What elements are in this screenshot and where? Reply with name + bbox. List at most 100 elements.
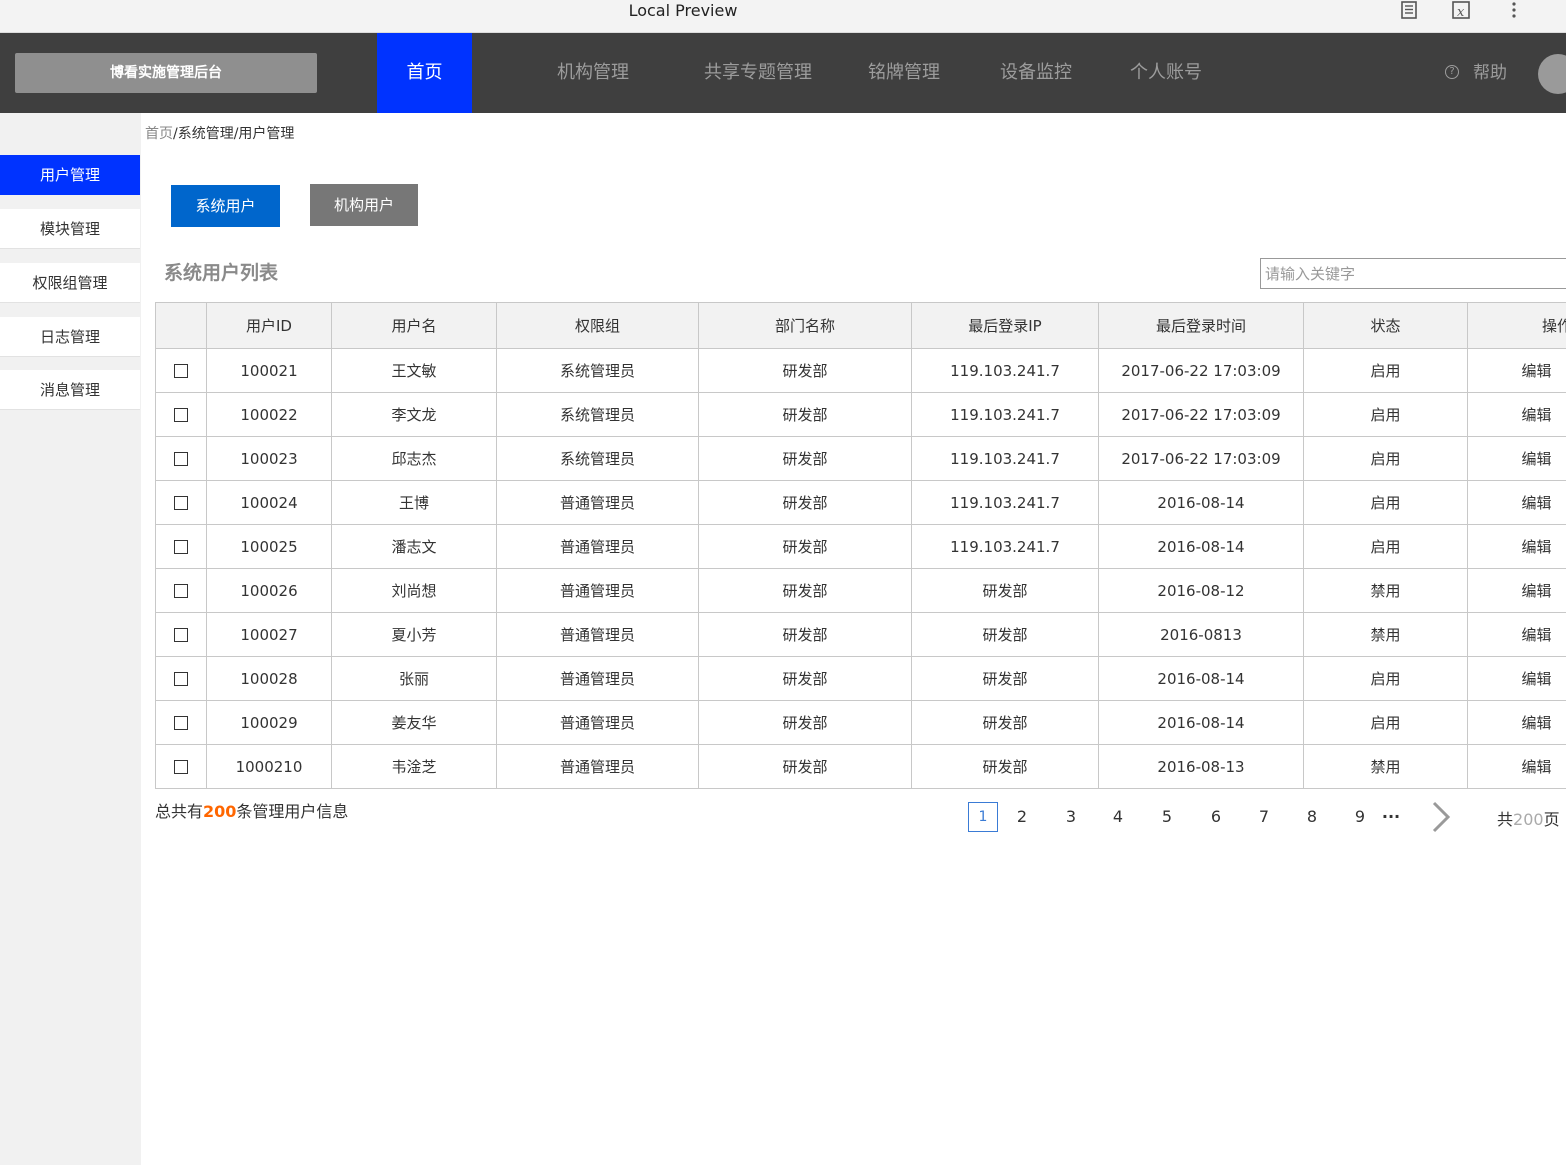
cell-username: 王文敏	[331, 348, 497, 393]
cell-last-login-time: 2016-08-13	[1098, 744, 1304, 789]
cell-last-login-time: 2016-08-14	[1098, 480, 1304, 525]
cell-permission-group: 普通管理员	[496, 744, 699, 789]
cell-department: 研发部	[698, 392, 912, 437]
header-select	[155, 302, 207, 349]
row-checkbox[interactable]	[174, 408, 188, 422]
total-pages-prefix: 共	[1497, 810, 1514, 829]
row-select-cell	[155, 392, 207, 437]
header-actions: 操作	[1467, 302, 1566, 349]
cell-permission-group: 普通管理员	[496, 568, 699, 613]
cell-status: 启用	[1303, 524, 1468, 569]
svg-text:x: x	[1457, 5, 1465, 20]
row-select-cell	[155, 656, 207, 701]
reader-icon[interactable]	[1398, 0, 1420, 22]
cell-edit-action[interactable]: 编辑	[1467, 700, 1566, 745]
cell-department: 研发部	[698, 348, 912, 393]
cell-user-id: 100026	[206, 568, 332, 613]
cell-status: 启用	[1303, 700, 1468, 745]
cell-user-id: 100025	[206, 524, 332, 569]
cell-status: 禁用	[1303, 568, 1468, 613]
nav-item-device-monitor[interactable]: 设备监控	[990, 33, 1082, 113]
row-checkbox[interactable]	[174, 628, 188, 642]
sidebar-item-module-management[interactable]: 模块管理	[0, 209, 140, 249]
cell-last-login-time: 2016-08-14	[1098, 656, 1304, 701]
cell-status: 启用	[1303, 348, 1468, 393]
page-2[interactable]: 2	[1007, 802, 1037, 832]
more-icon[interactable]	[1503, 0, 1525, 22]
cell-user-id: 100029	[206, 700, 332, 745]
row-checkbox[interactable]	[174, 672, 188, 686]
cell-user-id: 100023	[206, 436, 332, 481]
cell-user-id: 100028	[206, 656, 332, 701]
next-page-chevron-icon[interactable]	[1428, 800, 1452, 834]
row-checkbox[interactable]	[174, 540, 188, 554]
cell-department: 研发部	[698, 524, 912, 569]
cell-last-login-time: 2017-06-22 17:03:09	[1098, 392, 1304, 437]
row-checkbox[interactable]	[174, 452, 188, 466]
cell-edit-action[interactable]: 编辑	[1467, 568, 1566, 613]
sidebar-item-user-management[interactable]: 用户管理	[0, 155, 140, 195]
cell-edit-action[interactable]: 编辑	[1467, 744, 1566, 789]
cell-status: 启用	[1303, 656, 1468, 701]
row-checkbox[interactable]	[174, 760, 188, 774]
nav-item-nameplate[interactable]: 铭牌管理	[858, 33, 950, 113]
page-4[interactable]: 4	[1103, 802, 1133, 832]
sidebar-item-log-management[interactable]: 日志管理	[0, 317, 140, 357]
cell-status: 启用	[1303, 436, 1468, 481]
cell-last-login-time: 2016-0813	[1098, 612, 1304, 657]
total-count: 200	[203, 802, 237, 821]
cell-edit-action[interactable]: 编辑	[1467, 480, 1566, 525]
cell-edit-action[interactable]: 编辑	[1467, 524, 1566, 569]
total-prefix: 总共有	[155, 802, 204, 821]
page-1-current[interactable]: 1	[968, 802, 998, 832]
total-pages-count: 200	[1513, 810, 1544, 829]
cell-username: 张丽	[331, 656, 497, 701]
cell-edit-action[interactable]: 编辑	[1467, 612, 1566, 657]
cell-department: 研发部	[698, 612, 912, 657]
table-header-row: 用户ID 用户名 权限组 部门名称 最后登录IP 最后登录时间 状态 操作	[155, 302, 1566, 349]
row-checkbox[interactable]	[174, 716, 188, 730]
org-users-tab[interactable]: 机构用户	[310, 184, 418, 226]
page-8[interactable]: 8	[1297, 802, 1327, 832]
nav-item-home[interactable]: 首页	[377, 33, 472, 113]
cell-user-id: 100024	[206, 480, 332, 525]
row-checkbox[interactable]	[174, 584, 188, 598]
sidebar-item-permission-groups[interactable]: 权限组管理	[0, 263, 140, 303]
cell-username: 姜友华	[331, 700, 497, 745]
cell-edit-action[interactable]: 编辑	[1467, 656, 1566, 701]
page-ellipsis: ···	[1381, 807, 1401, 826]
page-3[interactable]: 3	[1056, 802, 1086, 832]
page-6[interactable]: 6	[1201, 802, 1231, 832]
cell-edit-action[interactable]: 编辑	[1467, 348, 1566, 393]
cell-last-login-time: 2016-08-14	[1098, 700, 1304, 745]
row-select-cell	[155, 744, 207, 789]
extension-icon[interactable]: x	[1450, 0, 1472, 22]
browser-titlebar: Local Preview x	[0, 0, 1566, 33]
total-pages: 共200页	[1497, 806, 1560, 830]
breadcrumb-home[interactable]: 首页	[145, 126, 173, 142]
row-checkbox[interactable]	[174, 496, 188, 510]
header-user-id: 用户ID	[206, 302, 332, 349]
system-users-tab[interactable]: 系统用户	[171, 185, 280, 227]
page-7[interactable]: 7	[1249, 802, 1279, 832]
row-checkbox[interactable]	[174, 364, 188, 378]
sidebar-item-message-management[interactable]: 消息管理	[0, 370, 140, 410]
avatar[interactable]	[1538, 54, 1566, 94]
page-5[interactable]: 5	[1152, 802, 1182, 832]
search-input[interactable]	[1260, 258, 1566, 289]
brand-logo[interactable]: 博看实施管理后台	[15, 53, 317, 93]
nav-item-personal-account[interactable]: 个人账号	[1120, 33, 1212, 113]
help-link[interactable]: ? 帮助	[1445, 33, 1507, 113]
table-row: 100021 王文敏 系统管理员 研发部 119.103.241.7 2017-06-22…	[155, 348, 1566, 393]
nav-item-org-management[interactable]: 机构管理	[540, 33, 646, 113]
table-row: 100024 王博 普通管理员 研发部 119.103.241.7 2016-08-14 启…	[155, 480, 1566, 525]
cell-last-login-time: 2017-06-22 17:03:09	[1098, 436, 1304, 481]
row-select-cell	[155, 348, 207, 393]
page-9[interactable]: 9	[1345, 802, 1375, 832]
cell-edit-action[interactable]: 编辑	[1467, 392, 1566, 437]
nav-item-shared-topics[interactable]: 共享专题管理	[696, 33, 820, 113]
cell-last-ip: 研发部	[911, 656, 1099, 701]
cell-user-id: 100021	[206, 348, 332, 393]
cell-edit-action[interactable]: 编辑	[1467, 436, 1566, 481]
cell-username: 王博	[331, 480, 497, 525]
